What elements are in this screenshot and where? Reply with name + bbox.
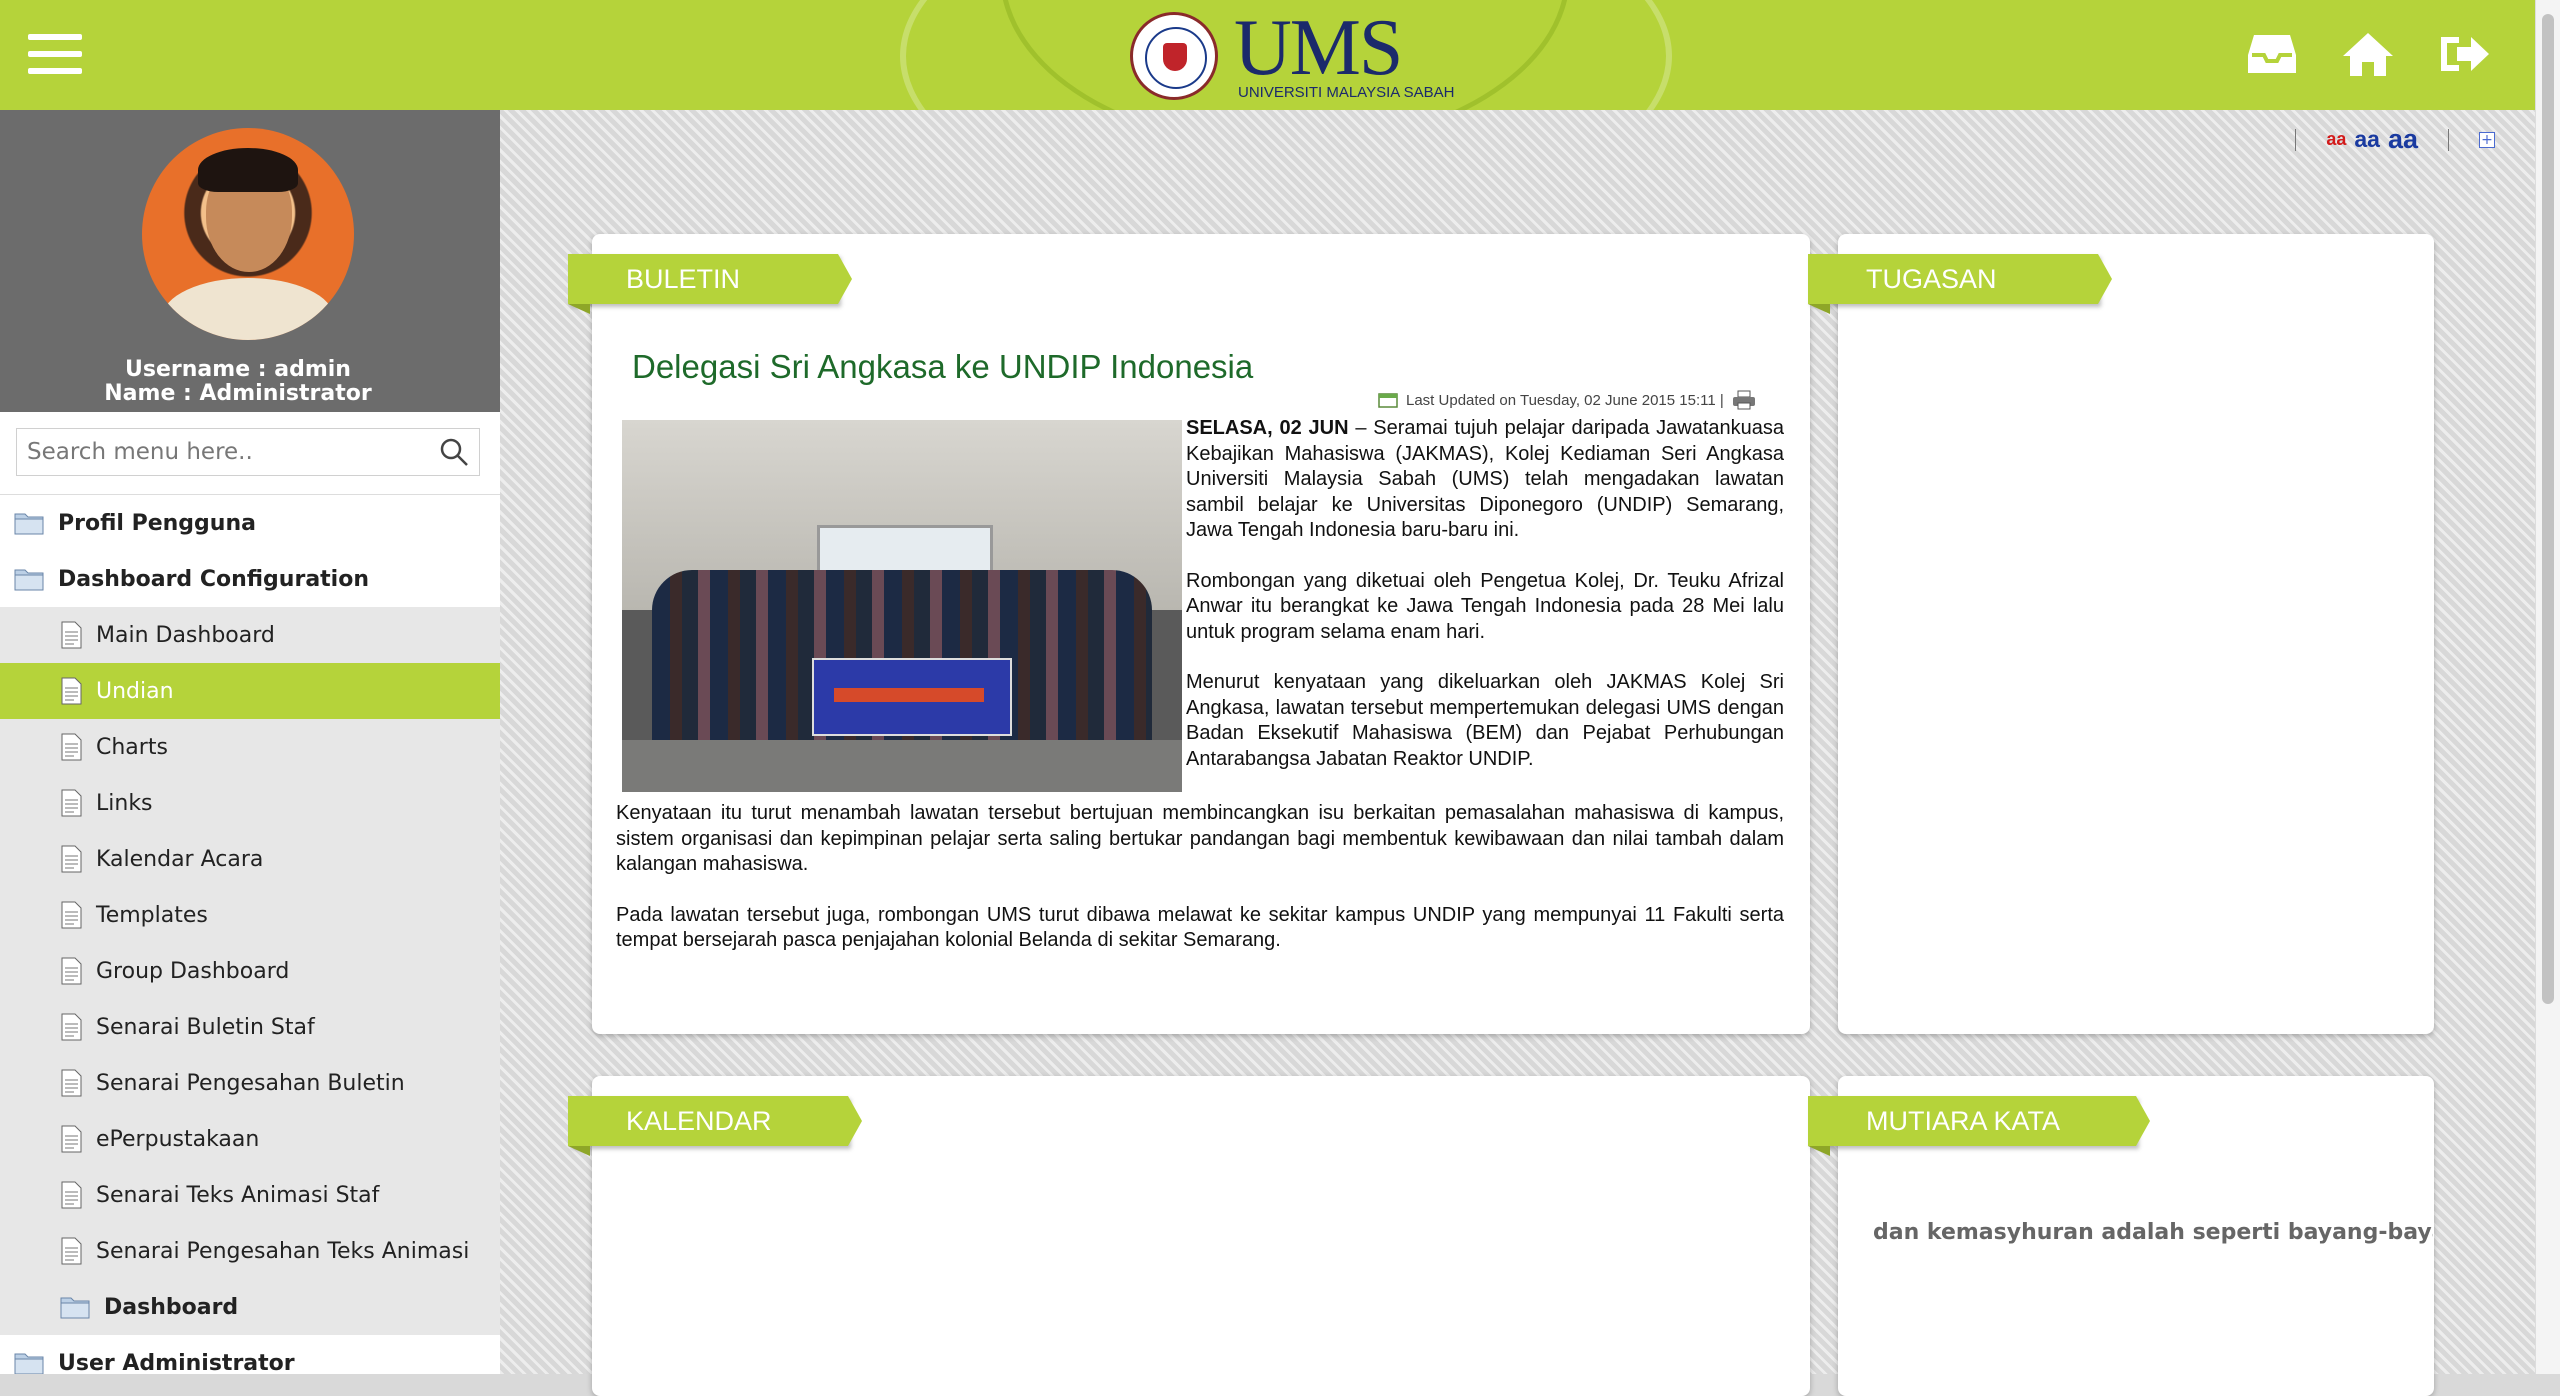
page-icon (60, 1181, 82, 1209)
sidebar-item-main-dashboard[interactable]: Main Dashboard (0, 607, 500, 663)
article-photo (622, 420, 1182, 792)
page-icon (60, 845, 82, 873)
sidebar-item-undian[interactable]: Undian (0, 663, 500, 719)
logout-icon[interactable] (2436, 26, 2492, 82)
inbox-icon[interactable] (2244, 26, 2300, 82)
article-paragraph-3: Menurut kenyataan yang dikeluarkan oleh … (1186, 671, 1784, 770)
search-icon[interactable] (439, 437, 469, 467)
print-icon[interactable] (1732, 390, 1756, 410)
home-icon[interactable] (2340, 26, 2396, 82)
sidebar-item-label: Templates (96, 902, 208, 928)
page-icon (60, 1125, 82, 1153)
sidebar-item-label: Links (96, 790, 153, 816)
kalendar-title: KALENDAR (568, 1096, 862, 1156)
article-title[interactable]: Delegasi Sri Angkasa ke UNDIP Indonesia (632, 348, 1253, 386)
sidebar-item-label: Charts (96, 734, 168, 760)
article-paragraph-5: Pada lawatan tersebut juga, rombongan UM… (616, 903, 1784, 952)
logo-text: UMS (1234, 4, 1403, 92)
menu-search (0, 412, 500, 495)
page-scrollbar[interactable] (2535, 0, 2560, 1374)
page-icon (60, 1013, 82, 1041)
sidebar-item-links[interactable]: Links (0, 775, 500, 831)
font-medium-button[interactable]: aa (2354, 126, 2380, 153)
page-icon (60, 677, 82, 705)
calendar-icon (1378, 393, 1398, 408)
header-actions (2244, 26, 2492, 82)
font-size-controls: aa aa aa + (2273, 124, 2495, 155)
sidebar-item-label: Senarai Teks Animasi Staf (96, 1182, 380, 1208)
sidebar-item-label: Dashboard Configuration (58, 566, 369, 592)
folder-icon (14, 1350, 44, 1374)
sidebar-item-group-dashboard[interactable]: Group Dashboard (0, 943, 500, 999)
top-header: UMS UNIVERSITI MALAYSIA SABAH (0, 0, 2560, 110)
avatar[interactable] (142, 128, 354, 340)
page-icon (60, 1237, 82, 1265)
last-updated: Last Updated on Tuesday, 02 June 2015 15… (1378, 390, 1782, 410)
sidebar-item-senarai-pengesahan-buletin[interactable]: Senarai Pengesahan Buletin (0, 1055, 500, 1111)
sidebar-menu: Profil Pengguna Dashboard Configuration Ma… (0, 495, 500, 1374)
page-icon (60, 957, 82, 985)
name-label: Name : Administrator (104, 381, 372, 406)
article-paragraph-4: Kenyataan itu turut menambah lawatan ter… (616, 802, 1784, 875)
sidebar-item-label: User Administrator (58, 1350, 295, 1375)
page-icon (60, 1069, 82, 1097)
sidebar-item-label: Undian (96, 678, 174, 704)
logo-subtitle: UNIVERSITI MALAYSIA SABAH (1238, 84, 1455, 101)
sidebar-item-eperpustakaan[interactable]: ePerpustakaan (0, 1111, 500, 1167)
sidebar-item-templates[interactable]: Templates (0, 887, 500, 943)
article-paragraph-2: Rombongan yang diketuai oleh Pengetua Ko… (1186, 569, 1784, 643)
article-body-full: Kenyataan itu turut menambah lawatan ter… (616, 801, 1784, 979)
sidebar-item-senarai-teks-animasi-staf[interactable]: Senarai Teks Animasi Staf (0, 1167, 500, 1223)
sidebar-item-label: Senarai Buletin Staf (96, 1014, 315, 1040)
username-label: Username : admin (125, 357, 351, 382)
sidebar-item-kalendar-acara[interactable]: Kalendar Acara (0, 831, 500, 887)
sidebar-item-label: Senarai Pengesahan Teks Animasi (96, 1238, 470, 1264)
scrollbar-thumb[interactable] (2542, 14, 2554, 1004)
sidebar-item-label: Kalendar Acara (96, 846, 264, 872)
sidebar: Username : admin Name : Administrator Pr… (0, 110, 500, 1374)
tugasan-title: TUGASAN (1808, 254, 2112, 314)
page-icon (60, 789, 82, 817)
page-icon (60, 733, 82, 761)
search-box (16, 428, 480, 476)
sidebar-item-user-administrator[interactable]: User Administrator (0, 1335, 500, 1374)
profile-info: Username : admin Name : Administrator (0, 358, 476, 406)
mutiara-kata-title: MUTIARA KATA (1808, 1096, 2150, 1156)
sidebar-item-senarai-pengesahan-teks-animasi[interactable]: Senarai Pengesahan Teks Animasi (0, 1223, 500, 1279)
sidebar-item-label: Profil Pengguna (58, 510, 256, 536)
folder-icon (60, 1294, 90, 1320)
search-input[interactable] (25, 429, 429, 475)
menu-toggle-icon[interactable] (28, 34, 82, 74)
article-body-right: SELASA, 02 JUN – Seramai tujuh pelajar d… (1186, 416, 1784, 797)
page-icon (60, 901, 82, 929)
sidebar-item-senarai-buletin-staf[interactable]: Senarai Buletin Staf (0, 999, 500, 1055)
article-dateline: SELASA, 02 JUN (1186, 417, 1349, 439)
sidebar-item-label: Group Dashboard (96, 958, 290, 984)
buletin-title: BULETIN (568, 254, 852, 314)
sidebar-item-label: ePerpustakaan (96, 1126, 260, 1152)
expand-icon[interactable]: + (2479, 131, 2495, 148)
sidebar-item-dashboard-configuration[interactable]: Dashboard Configuration (0, 551, 500, 607)
profile-section: Username : admin Name : Administrator (0, 110, 500, 412)
folder-icon (14, 566, 44, 592)
last-updated-text: Last Updated on Tuesday, 02 June 2015 15… (1406, 391, 1724, 409)
folder-icon (14, 510, 44, 536)
page-icon (60, 621, 82, 649)
university-seal-icon (1130, 12, 1218, 100)
ums-logo[interactable]: UMS UNIVERSITI MALAYSIA SABAH (1130, 4, 1454, 102)
sidebar-item-label: Senarai Pengesahan Buletin (96, 1070, 405, 1096)
font-large-button[interactable]: aa (2388, 124, 2418, 155)
sidebar-item-profil-pengguna[interactable]: Profil Pengguna (0, 495, 500, 551)
tugasan-panel (1838, 234, 2434, 1034)
font-small-button[interactable]: aa (2326, 129, 2346, 150)
sidebar-item-charts[interactable]: Charts (0, 719, 500, 775)
sidebar-item-label: Dashboard (104, 1294, 239, 1320)
quote-marquee: dan kemasyhuran adalah seperti bayang-ba… (1873, 1220, 2433, 1245)
sidebar-item-dashboard[interactable]: Dashboard (0, 1279, 500, 1335)
sidebar-item-label: Main Dashboard (96, 622, 275, 648)
